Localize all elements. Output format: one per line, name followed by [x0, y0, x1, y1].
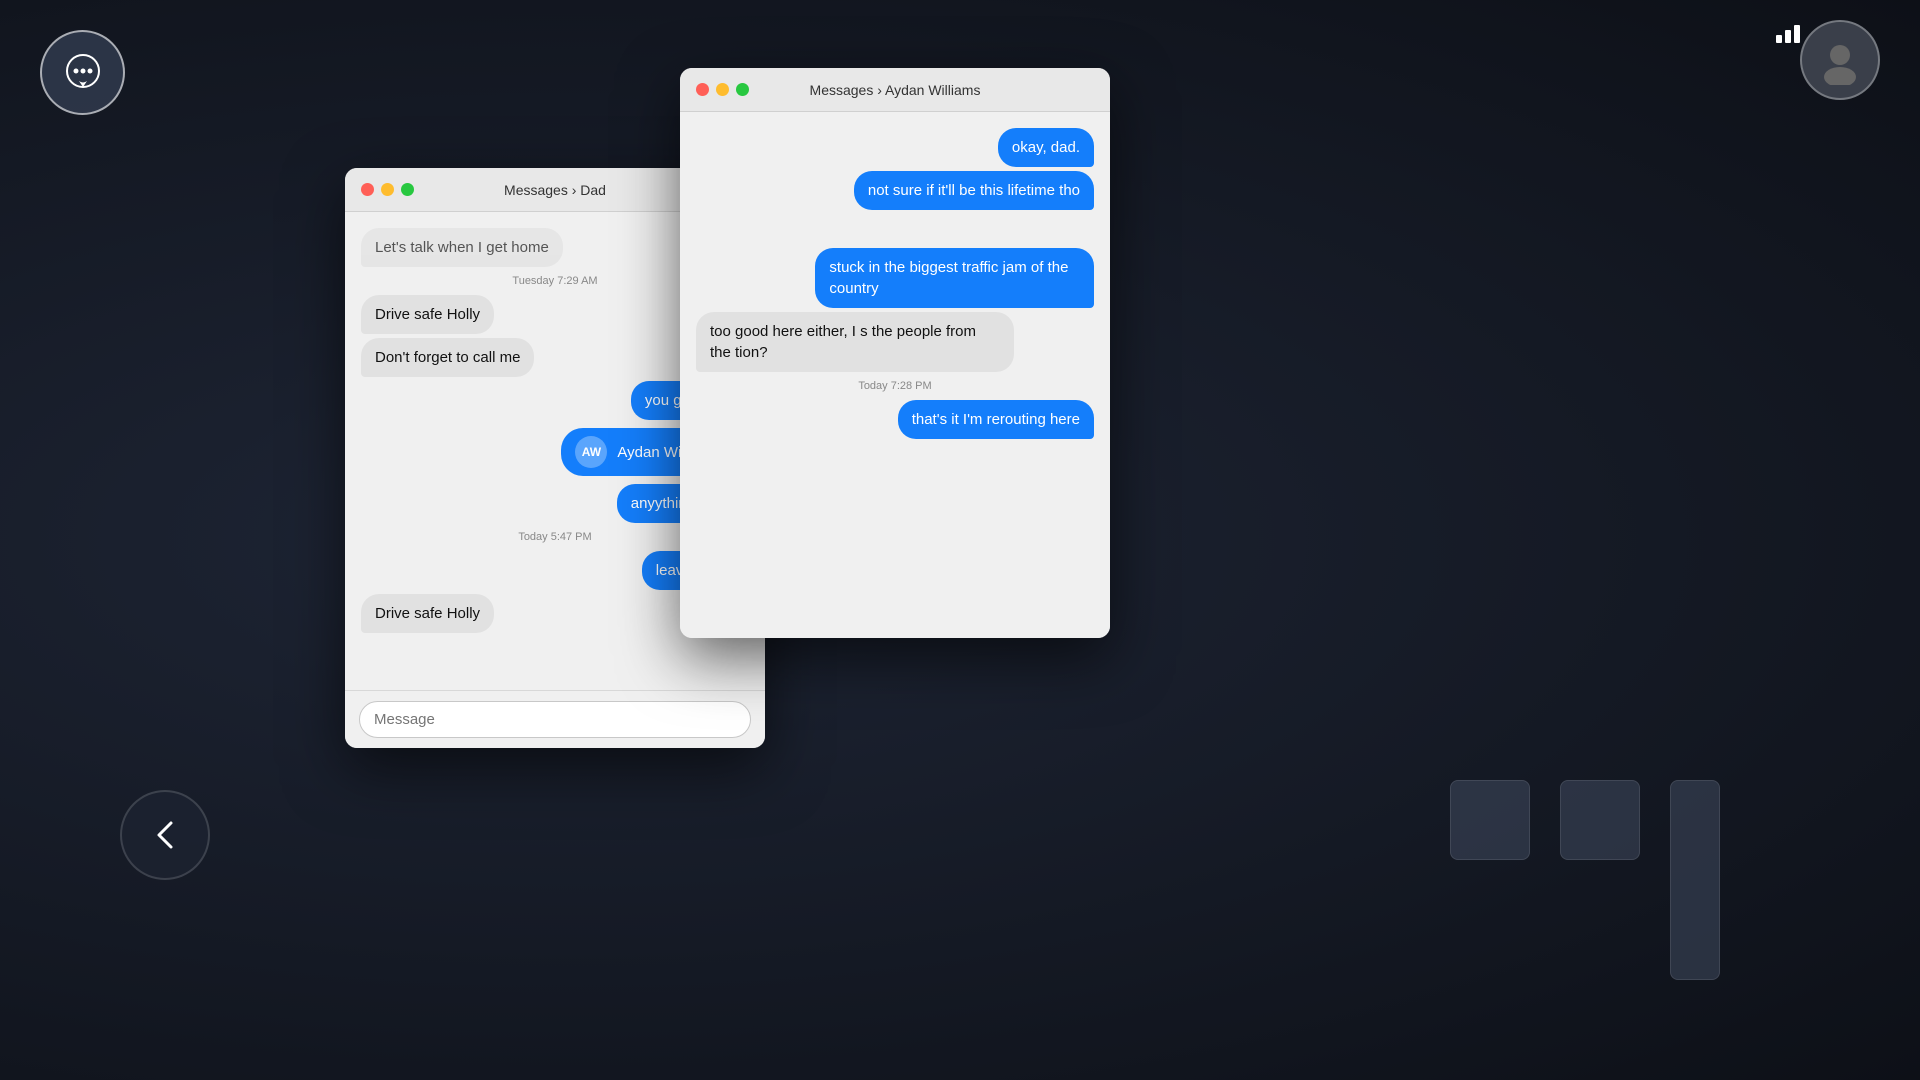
close-button-aydan[interactable] — [696, 83, 709, 96]
key-box-1 — [1450, 780, 1530, 860]
signal-indicator — [1776, 25, 1800, 43]
bubble: okay, dad. — [998, 128, 1094, 167]
profile-circle — [1800, 20, 1880, 100]
bubble: Drive safe Holly — [361, 295, 494, 334]
message-row: okay, dad. — [696, 128, 1094, 167]
window-title-aydan: Messages › Aydan Williams — [810, 82, 981, 98]
bubble: too good here either, I s the people fro… — [696, 312, 1014, 372]
message-row: not sure if it'll be this lifetime tho — [696, 171, 1094, 210]
key-box-2 — [1560, 780, 1640, 860]
traffic-lights-dad — [361, 183, 414, 196]
key-box-tall — [1670, 780, 1720, 980]
message-list-aydan: okay, dad. not sure if it'll be this lif… — [680, 112, 1110, 638]
bubble: Don't forget to call me — [361, 338, 534, 377]
titlebar-aydan: Messages › Aydan Williams — [680, 68, 1110, 112]
bubble: Drive safe Holly — [361, 594, 494, 633]
date-separator: Today 7:28 PM — [696, 380, 1094, 392]
maximize-button-aydan[interactable] — [736, 83, 749, 96]
bubble: that's it I'm rerouting here — [898, 400, 1094, 439]
window-title-dad: Messages › Dad — [504, 182, 606, 198]
window-aydan: Messages › Aydan Williams okay, dad. not… — [680, 68, 1110, 638]
signal-bar-2 — [1785, 30, 1791, 43]
contact-avatar: AW — [575, 436, 607, 468]
close-button-dad[interactable] — [361, 183, 374, 196]
back-button[interactable] — [120, 790, 210, 880]
minimize-button-aydan[interactable] — [716, 83, 729, 96]
bubble: not sure if it'll be this lifetime tho — [854, 171, 1094, 210]
app-icon — [40, 30, 125, 115]
minimize-button-dad[interactable] — [381, 183, 394, 196]
message-row: too good here either, I s the people fro… — [696, 312, 1094, 372]
message-row: stuck in the biggest traffic jam of the … — [696, 248, 1094, 308]
message-row: that's it I'm rerouting here — [696, 400, 1094, 439]
keyboard-hints — [1450, 780, 1720, 980]
signal-bar-1 — [1776, 35, 1782, 43]
maximize-button-dad[interactable] — [401, 183, 414, 196]
message-input-dad[interactable] — [359, 701, 751, 738]
signal-bar-3 — [1794, 25, 1800, 43]
message-input-bar-dad — [345, 690, 765, 748]
bubble: stuck in the biggest traffic jam of the … — [815, 248, 1094, 308]
traffic-lights-aydan — [696, 83, 749, 96]
bubble: Let's talk when I get home — [361, 228, 563, 267]
